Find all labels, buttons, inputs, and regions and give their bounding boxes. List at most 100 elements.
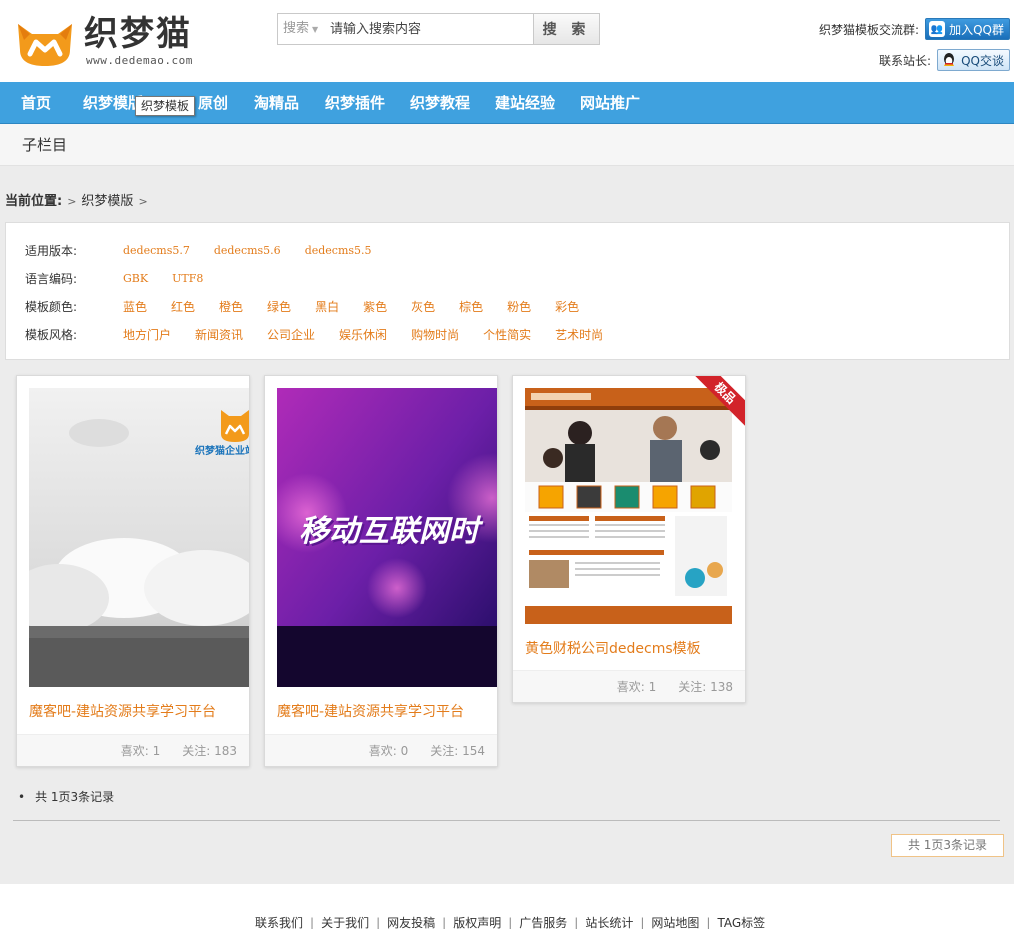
- template-thumbnail[interactable]: 织梦猫企业站: [29, 388, 250, 687]
- filter-option[interactable]: 娱乐休闲: [339, 326, 387, 343]
- template-title[interactable]: 魔客吧-建站资源共享学习平台: [277, 701, 464, 721]
- template-thumbnail[interactable]: [525, 388, 732, 624]
- separator: |: [574, 916, 579, 929]
- footer-link-contact[interactable]: 联系我们: [255, 916, 303, 929]
- separator: |: [640, 916, 645, 929]
- filter-option[interactable]: 绿色: [267, 298, 291, 315]
- filter-option[interactable]: 棕色: [459, 298, 483, 315]
- filter-option[interactable]: GBK: [123, 272, 148, 285]
- filter-option[interactable]: 公司企业: [267, 326, 315, 343]
- separator: |: [310, 916, 315, 929]
- filter-label: 适用版本:: [25, 243, 78, 258]
- divider: [13, 820, 1000, 821]
- nav-item-boutique[interactable]: 淘精品: [254, 82, 299, 124]
- likes-label: 喜欢:: [368, 744, 397, 758]
- caret-down-icon: ▼: [312, 25, 319, 34]
- follows-count: 138: [710, 680, 733, 694]
- qq-contact-area: 织梦猫模板交流群: 👥 加入QQ群 联系站长: QQ交谈: [790, 16, 1010, 76]
- chevron-right-icon: >: [67, 195, 77, 208]
- filter-option[interactable]: 购物时尚: [411, 326, 459, 343]
- likes-stat: 喜欢: 0: [369, 742, 409, 759]
- footer-link-sitemap[interactable]: 网站地图: [651, 916, 699, 929]
- template-title[interactable]: 黄色财税公司dedecms模板: [525, 638, 701, 658]
- card-footer: 喜欢: 0 关注: 154: [265, 734, 497, 766]
- join-qq-group-button[interactable]: 👥 加入QQ群: [925, 18, 1010, 40]
- search-bar: 搜索▼ 搜 索: [277, 13, 600, 45]
- separator: |: [376, 916, 381, 929]
- footer-link-about[interactable]: 关于我们: [321, 916, 369, 929]
- breadcrumb-label: 当前位置:: [5, 194, 63, 209]
- filter-option[interactable]: dedecms5.6: [214, 244, 281, 257]
- search-input[interactable]: [330, 14, 530, 44]
- footer-link-ads[interactable]: 广告服务: [519, 916, 567, 929]
- nav-item-home[interactable]: 首页: [21, 82, 51, 124]
- filter-row-color: 模板颜色: 蓝色 红色 橙色 绿色 黑白 紫色 灰色 棕色 粉色 彩色: [25, 296, 603, 316]
- contact-label: 联系站长:: [879, 53, 932, 68]
- qq-chat-button[interactable]: QQ交谈: [937, 49, 1010, 71]
- thumbnail-caption: 织梦猫企业站: [195, 446, 250, 457]
- subcategory-title: 子栏目: [22, 136, 68, 154]
- follows-label: 关注:: [182, 744, 211, 758]
- filter-option[interactable]: UTF8: [172, 272, 203, 285]
- filter-label: 模板风格:: [25, 327, 78, 342]
- chevron-right-icon: >: [138, 195, 148, 208]
- likes-count: 0: [400, 744, 409, 758]
- search-button[interactable]: 搜 索: [533, 14, 599, 44]
- site-footer: 联系我们 | 关于我们 | 网友投稿 | 版权声明 | 广告服务 | 站长统计 | 网站地图 | TAG标签: [0, 884, 1014, 929]
- pagination-summary: • 共 1页3条记录: [18, 788, 114, 805]
- nav-item-tutorials[interactable]: 织梦教程: [410, 82, 470, 124]
- separator: |: [706, 916, 711, 929]
- footer-link-copyright[interactable]: 版权声明: [453, 916, 501, 929]
- filter-option[interactable]: dedecms5.5: [305, 244, 372, 257]
- likes-stat: 喜欢: 1: [617, 678, 657, 695]
- nav-item-promotion[interactable]: 网站推广: [580, 82, 640, 124]
- follows-stat: 关注: 183: [182, 742, 237, 759]
- subcategory-bar: 子栏目: [0, 124, 1014, 166]
- pagination-summary-text: 共 1页3条记录: [35, 790, 115, 804]
- follows-label: 关注:: [678, 680, 707, 694]
- filter-option[interactable]: 蓝色: [123, 298, 147, 315]
- search-type-label: 搜索: [283, 21, 310, 36]
- filter-option[interactable]: 个性简实: [483, 326, 531, 343]
- separator: |: [508, 916, 513, 929]
- template-thumbnail[interactable]: 移动互联网时: [277, 388, 497, 687]
- breadcrumb-item[interactable]: 织梦模版: [81, 194, 133, 209]
- likes-count: 1: [648, 680, 657, 694]
- filter-row-version: 适用版本: dedecms5.7 dedecms5.6 dedecms5.5: [25, 240, 396, 260]
- footer-link-tags[interactable]: TAG标签: [717, 916, 765, 929]
- nav-item-experience[interactable]: 建站经验: [495, 82, 555, 124]
- likes-stat: 喜欢: 1: [121, 742, 161, 759]
- search-type-select[interactable]: 搜索 ▼: [278, 14, 328, 44]
- filter-option[interactable]: 艺术时尚: [555, 326, 603, 343]
- qq-group-label: 织梦猫模板交流群:: [819, 22, 920, 37]
- footer-link-submit[interactable]: 网友投稿: [387, 916, 435, 929]
- site-header: 织梦猫 www.dedemao.com 搜索▼ 搜 索 织梦猫模板交流群: 👥 …: [0, 0, 1014, 82]
- nav-item-dede-templates[interactable]: 织梦模版: [83, 82, 143, 124]
- banner-heading: 移动互联网时: [299, 514, 479, 549]
- filter-option[interactable]: 彩色: [555, 298, 579, 315]
- template-card[interactable]: 移动互联网时 魔客吧-建站资源共享学习平台 喜欢: 0 关注: 154: [264, 375, 498, 767]
- filter-option[interactable]: 黑白: [315, 298, 339, 315]
- filter-option[interactable]: 粉色: [507, 298, 531, 315]
- follows-count: 183: [214, 744, 237, 758]
- filter-option[interactable]: dedecms5.7: [123, 244, 190, 257]
- filter-option[interactable]: 橙色: [219, 298, 243, 315]
- filter-option[interactable]: 紫色: [363, 298, 387, 315]
- nav-item-original[interactable]: 原创: [198, 82, 228, 124]
- template-card[interactable]: 极品 黄色财税公司dedecms模板 喜欢: 1 关注: 138: [512, 375, 746, 703]
- filter-option[interactable]: 新闻资讯: [195, 326, 243, 343]
- filter-option[interactable]: 红色: [171, 298, 195, 315]
- follows-label: 关注:: [430, 744, 459, 758]
- template-card[interactable]: 织梦猫企业站 魔客吧-建站资源共享学习平台 喜欢: 1 关注: 183: [16, 375, 250, 767]
- footer-link-stats[interactable]: 站长统计: [585, 916, 633, 929]
- template-title[interactable]: 魔客吧-建站资源共享学习平台: [29, 701, 216, 721]
- card-footer: 喜欢: 1 关注: 183: [17, 734, 249, 766]
- filter-option[interactable]: 灰色: [411, 298, 435, 315]
- nav-item-plugins[interactable]: 织梦插件: [325, 82, 385, 124]
- group-icon: 👥: [929, 21, 946, 37]
- filter-option[interactable]: 地方门户: [123, 326, 171, 343]
- filter-panel: 适用版本: dedecms5.7 dedecms5.6 dedecms5.5 语…: [5, 222, 1010, 360]
- site-logo[interactable]: 织梦猫 www.dedemao.com: [14, 14, 214, 70]
- qq-chat-label: QQ交谈: [961, 53, 1004, 68]
- separator: |: [442, 916, 447, 929]
